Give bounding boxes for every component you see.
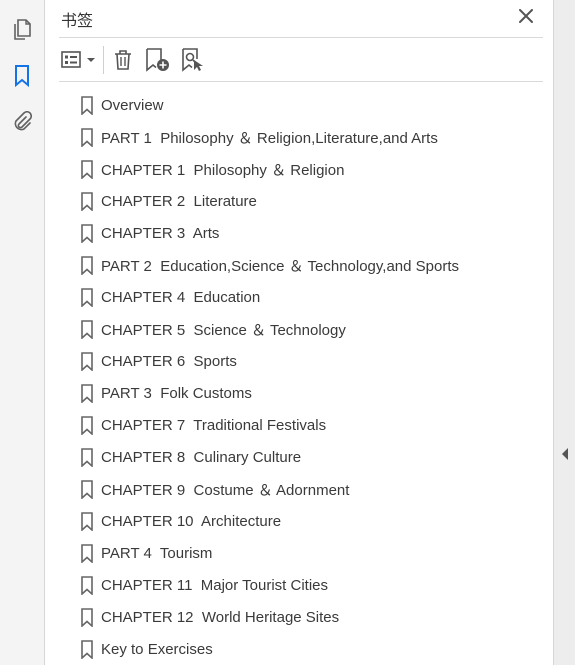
- bookmark-item[interactable]: CHAPTER 9 Costume ＆ Adornment: [81, 473, 553, 505]
- bookmark-label: CHAPTER 1 Philosophy ＆ Religion: [101, 161, 345, 179]
- bookmark-item[interactable]: CHAPTER 7 Traditional Festivals: [81, 409, 553, 441]
- bookmark-label: CHAPTER 10 Architecture: [101, 512, 282, 530]
- bookmark-label: PART 1 Philosophy ＆ Religion,Literature,…: [101, 129, 438, 147]
- bookmark-item[interactable]: CHAPTER 10 Architecture: [81, 505, 553, 537]
- bookmark-item[interactable]: Key to Exercises: [81, 633, 553, 665]
- delete-bookmark-icon[interactable]: [113, 47, 133, 73]
- bookmark-label: CHAPTER 6 Sports: [101, 352, 237, 370]
- bookmark-label: CHAPTER 4 Education: [101, 288, 261, 306]
- bookmark-icon: [81, 575, 93, 595]
- bookmark-item[interactable]: PART 1 Philosophy ＆ Religion,Literature,…: [81, 121, 553, 153]
- bookmark-icon: [81, 127, 93, 147]
- options-menu-icon[interactable]: [61, 47, 97, 73]
- bookmark-item[interactable]: CHAPTER 5 Science ＆ Technology: [81, 313, 553, 345]
- bookmark-icon: [81, 287, 93, 307]
- bookmark-icon: [81, 255, 93, 275]
- bookmark-item[interactable]: CHAPTER 1 Philosophy ＆ Religion: [81, 153, 553, 185]
- bookmark-label: CHAPTER 7 Traditional Festivals: [101, 416, 327, 434]
- bookmark-icon: [81, 319, 93, 339]
- bookmark-item[interactable]: PART 2 Education,Science ＆ Technology,an…: [81, 249, 553, 281]
- bookmarks-toolbar: [59, 38, 543, 82]
- bookmark-item[interactable]: CHAPTER 11 Major Tourist Cities: [81, 569, 553, 601]
- bookmark-item[interactable]: CHAPTER 6 Sports: [81, 345, 553, 377]
- bookmark-icon: [81, 479, 93, 499]
- bookmark-icon: [81, 415, 93, 435]
- bookmark-icon: [81, 543, 93, 563]
- bookmark-list: Overview PART 1 Philosophy ＆ Religion,Lit…: [81, 89, 553, 665]
- attachment-icon[interactable]: [8, 108, 36, 136]
- bookmark-label: CHAPTER 9 Costume ＆ Adornment: [101, 481, 350, 499]
- bookmark-icon: [81, 639, 93, 659]
- bookmark-label: CHAPTER 11 Major Tourist Cities: [101, 576, 329, 594]
- bookmark-label: CHAPTER 5 Science ＆ Technology: [101, 321, 346, 339]
- bookmark-icon: [81, 607, 93, 627]
- panel-splitter[interactable]: [553, 0, 575, 665]
- bookmark-icon: [81, 351, 93, 371]
- close-icon[interactable]: [517, 7, 535, 25]
- bookmark-label: Key to Exercises: [101, 640, 213, 658]
- new-bookmark-icon[interactable]: [145, 47, 171, 73]
- bookmark-label: CHAPTER 12 World Heritage Sites: [101, 608, 340, 626]
- bookmark-item[interactable]: PART 4 Tourism: [81, 537, 553, 569]
- bookmark-item[interactable]: PART 3 Folk Customs: [81, 377, 553, 409]
- bookmark-icon: [81, 447, 93, 467]
- bookmark-item[interactable]: CHAPTER 8 Culinary Culture: [81, 441, 553, 473]
- bookmark-icon: [81, 383, 93, 403]
- bookmark-label: Overview: [101, 96, 164, 114]
- bookmark-label: PART 2 Education,Science ＆ Technology,an…: [101, 257, 459, 275]
- bookmark-item[interactable]: CHAPTER 2 Literature: [81, 185, 553, 217]
- bookmark-icon: [81, 223, 93, 243]
- collapse-arrow-icon[interactable]: [560, 447, 570, 461]
- bookmark-item[interactable]: CHAPTER 12 World Heritage Sites: [81, 601, 553, 633]
- bookmark-label: CHAPTER 8 Culinary Culture: [101, 448, 302, 466]
- bookmark-icon: [81, 511, 93, 531]
- pages-icon[interactable]: [8, 16, 36, 44]
- panel-title: 书签: [61, 13, 94, 30]
- bookmark-item[interactable]: CHAPTER 4 Education: [81, 281, 553, 313]
- bookmark-icon[interactable]: [8, 62, 36, 90]
- panel-header: 书签: [59, 0, 543, 38]
- bookmark-item[interactable]: CHAPTER 3 Arts: [81, 217, 553, 249]
- bookmark-item[interactable]: Overview: [81, 89, 553, 121]
- bookmark-label: PART 3 Folk Customs: [101, 384, 252, 402]
- bookmark-label: PART 4 Tourism: [101, 544, 213, 562]
- find-bookmark-icon[interactable]: [181, 47, 207, 73]
- toolbar-separator: [103, 46, 104, 74]
- bookmark-icon: [81, 95, 93, 115]
- bookmark-icon: [81, 191, 93, 211]
- bookmark-label: CHAPTER 3 Arts: [101, 224, 220, 242]
- left-navigation-rail: [0, 0, 45, 665]
- bookmark-icon: [81, 159, 93, 179]
- bookmark-label: CHAPTER 2 Literature: [101, 192, 257, 210]
- bookmarks-panel: 书签 Overview PART 1 Philosophy ＆ Religion…: [45, 0, 553, 665]
